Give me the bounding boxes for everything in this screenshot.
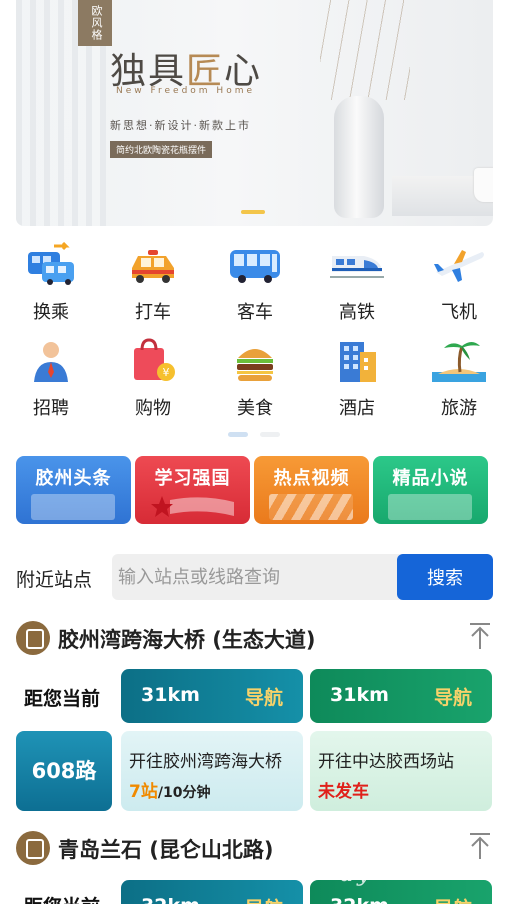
high-speed-train-icon — [330, 256, 384, 278]
navigate-link[interactable]: 导航 — [434, 683, 472, 710]
banner-tag: 欧风格 — [78, 0, 112, 46]
direction-destination: 开往中达胶西场站 — [318, 752, 454, 772]
distance-km: 31km — [330, 684, 389, 706]
bus-stop-icon — [16, 621, 50, 655]
vase-image — [334, 96, 384, 218]
shopping-bag-icon: ¥ — [134, 338, 175, 381]
search-input[interactable] — [112, 554, 402, 600]
navigate-link[interactable]: 导航 — [245, 683, 283, 710]
card-selected-novels[interactable]: 精品小说 — [373, 456, 488, 524]
distance-label: 距您当前 — [24, 688, 101, 710]
service-hotel[interactable]: 酒店 — [320, 336, 390, 426]
collapse-arrow-icon[interactable] — [469, 622, 491, 650]
card-label: 热点视频 — [273, 468, 350, 489]
service-travel[interactable]: 旅游 — [422, 336, 492, 426]
card-label: 胶州头条 — [35, 468, 112, 489]
service-flight[interactable]: 飞机 — [422, 240, 492, 330]
stop-name: 胶州湾跨海大桥 (生态大道) — [58, 628, 316, 652]
service-coach[interactable]: 客车 — [218, 240, 288, 330]
search-button[interactable]: 搜索 — [397, 554, 493, 600]
promo-banner[interactable]: 欧风格 独具匠心 New Freedom Home 新思想·新设计·新款上市 简… — [16, 0, 493, 226]
grid-pager-active — [228, 432, 248, 437]
book-icon — [388, 494, 472, 520]
distance-km: 32km — [330, 895, 389, 904]
service-transfer[interactable]: 换乘 — [14, 240, 84, 330]
card-label: 学习强国 — [154, 468, 231, 489]
service-recruit[interactable]: 招聘 — [14, 336, 84, 426]
service-label: 招聘 — [33, 398, 69, 419]
card-label: 精品小说 — [392, 468, 469, 489]
nearby-stop-search: 附近站点 搜索 — [16, 552, 493, 602]
nav-card-3[interactable]: 32km 导航 — [121, 880, 303, 904]
card-study-strong-nation[interactable]: 学习强国 — [135, 456, 250, 524]
service-shopping[interactable]: ¥ 购物 — [116, 336, 186, 426]
search-label: 附近站点 — [16, 569, 93, 591]
service-label: 高铁 — [339, 302, 375, 323]
service-label: 客车 — [237, 302, 273, 323]
flower-stems-image — [320, 0, 410, 100]
cup-image — [474, 168, 493, 202]
star-flag-icon — [151, 496, 234, 517]
service-label: 换乘 — [33, 302, 69, 323]
card-jiaozhou-news[interactable]: 胶州头条 — [16, 456, 131, 524]
airplane-icon — [434, 250, 484, 282]
service-highspeed-rail[interactable]: 高铁 — [320, 240, 390, 330]
banner-page-indicator — [241, 210, 265, 214]
distance-km: 31km — [141, 684, 200, 706]
service-row-1: 换乘 打车 客车 高铁 飞机 — [0, 240, 506, 330]
watermark: ay — [340, 862, 374, 887]
banner-chip: 简约北欧陶瓷花瓶摆件 — [110, 141, 213, 158]
service-taxi[interactable]: 打车 — [116, 240, 186, 330]
stop-header-1: 胶州湾跨海大桥 (生态大道) — [16, 618, 493, 658]
nav-card-1[interactable]: 31km 导航 — [121, 669, 303, 723]
direction-card-1[interactable]: 开往胶州湾跨海大桥 7站/10分钟 — [121, 731, 303, 811]
bus-stop-icon — [16, 831, 50, 865]
nav-card-2[interactable]: 31km 导航 — [310, 669, 492, 723]
service-label: 打车 — [135, 302, 171, 323]
burger-icon — [237, 349, 273, 381]
eta: /10分钟 — [157, 785, 211, 801]
coach-bus-icon — [230, 250, 280, 283]
distance-label: 距您当前 — [24, 892, 100, 904]
hotel-building-icon — [340, 342, 376, 382]
grid-pager-inactive[interactable] — [260, 432, 280, 437]
taxi-icon — [132, 250, 174, 283]
service-label: 飞机 — [441, 302, 477, 323]
navigate-link[interactable]: 导航 — [245, 894, 283, 904]
service-label: 美食 — [237, 398, 273, 419]
newspaper-icon — [31, 494, 115, 520]
transfer-bus-icon — [28, 242, 74, 285]
banner-slogan: 新思想·新设计·新款上市 — [110, 119, 251, 132]
direction-destination: 开往胶州湾跨海大桥 — [129, 752, 282, 772]
service-label: 购物 — [135, 398, 171, 419]
svg-text:¥: ¥ — [163, 366, 170, 379]
nav-card-4[interactable]: 32km 导航 — [310, 880, 492, 904]
clapperboard-icon — [269, 494, 353, 520]
collapse-arrow-icon[interactable] — [469, 832, 491, 860]
route-badge[interactable]: 608路 — [16, 731, 112, 811]
service-food[interactable]: 美食 — [218, 336, 288, 426]
direction-status: 未发车 — [318, 777, 369, 802]
recruit-person-icon — [34, 342, 68, 382]
card-hot-video[interactable]: 热点视频 — [254, 456, 369, 524]
service-label: 酒店 — [339, 398, 375, 419]
palm-tree-icon — [432, 342, 486, 382]
service-row-2: 招聘 ¥ 购物 美食 酒店 旅游 — [0, 336, 506, 426]
navigate-link[interactable]: 导航 — [434, 894, 472, 904]
direction-status: 7站/10分钟 — [129, 777, 210, 802]
banner-subtitle: New Freedom Home — [116, 86, 256, 96]
category-cards: 胶州头条 学习强国 热点视频 精品小说 — [16, 456, 488, 524]
direction-card-2[interactable]: 开往中达胶西场站 未发车 — [310, 731, 492, 811]
service-label: 旅游 — [441, 398, 477, 419]
distance-km: 32km — [141, 895, 200, 904]
stop-name: 青岛兰石 (昆仑山北路) — [58, 838, 274, 862]
stop-header-2: 青岛兰石 (昆仑山北路) — [16, 828, 493, 868]
stops-away: 7站 — [129, 782, 158, 802]
not-departed-status: 未发车 — [318, 782, 369, 802]
